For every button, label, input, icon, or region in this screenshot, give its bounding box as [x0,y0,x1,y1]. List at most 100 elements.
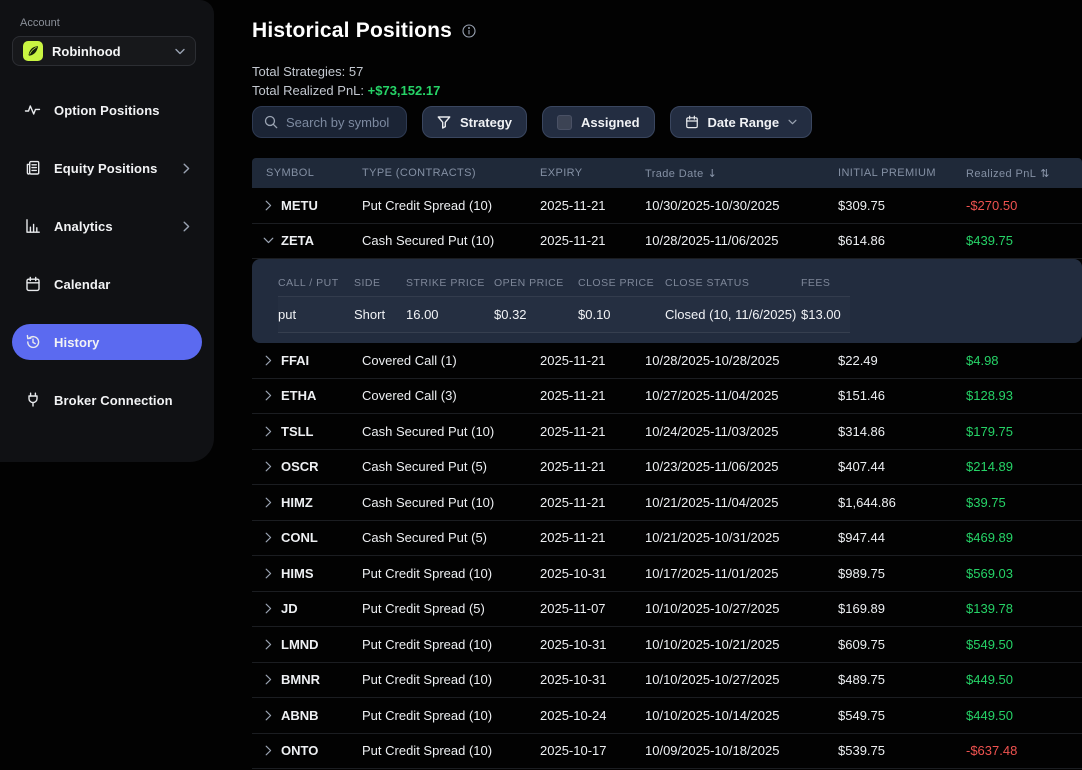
table-row[interactable]: ETHA Covered Call (3) 2025-11-21 10/27/2… [252,379,1082,415]
trade-date-cell: 10/17/2025-11/01/2025 [645,566,838,581]
sidebar-item-analytics[interactable]: Analytics [12,208,202,244]
chevron-right-icon[interactable] [265,355,272,366]
premium-cell: $614.86 [838,233,966,248]
chevron-right-icon[interactable] [265,745,272,756]
col-symbol: SYMBOL [252,167,362,179]
symbol-cell: ABNB [281,708,319,723]
table-row[interactable]: METU Put Credit Spread (10) 2025-11-21 1… [252,188,1082,224]
plug-icon [24,392,41,408]
sidebar-item-history[interactable]: History [12,324,202,360]
sidebar-item-equity-positions[interactable]: Equity Positions [12,150,202,186]
symbol-cell: FFAI [281,353,309,368]
assigned-filter-button[interactable]: Assigned [542,106,655,138]
sidebar-nav: Option Positions Equity Positions Analyt… [12,92,202,440]
sidebar-item-option-positions[interactable]: Option Positions [12,92,202,128]
expiry-cell: 2025-11-21 [540,198,645,213]
trade-date-cell: 10/10/2025-10/14/2025 [645,708,838,723]
chevron-right-icon[interactable] [265,532,272,543]
date-range-button[interactable]: Date Range [670,106,813,138]
table-row[interactable]: HIMS Put Credit Spread (10) 2025-10-31 1… [252,556,1082,592]
trade-date-cell: 10/10/2025-10/27/2025 [645,672,838,687]
table-row[interactable]: ONTO Put Credit Spread (10) 2025-10-17 1… [252,734,1082,770]
leg-strike-price: 16.00 [406,307,494,322]
realized-pnl-cell: $128.93 [966,388,1082,403]
premium-cell: $609.75 [838,637,966,652]
expiry-cell: 2025-11-21 [540,233,645,248]
filter-toolbar: Strategy Assigned Date Range [252,106,812,138]
symbol-cell: TSLL [281,424,314,439]
chevron-right-icon[interactable] [265,426,272,437]
expiry-cell: 2025-11-21 [540,424,645,439]
realized-pnl-cell: $4.98 [966,353,1082,368]
premium-cell: $407.44 [838,459,966,474]
type-cell: Put Credit Spread (10) [362,743,540,758]
chevron-right-icon[interactable] [265,390,272,401]
sort-desc-icon: ↓ [708,167,718,180]
chevron-right-icon[interactable] [265,235,272,246]
sidebar-item-label: Option Positions [54,103,190,118]
chevron-right-icon[interactable] [265,674,272,685]
total-strategies-value: 57 [349,64,363,79]
chevron-right-icon[interactable] [265,568,272,579]
strategy-filter-button[interactable]: Strategy [422,106,527,138]
assigned-checkbox[interactable] [557,115,572,130]
symbol-cell: HIMS [281,566,314,581]
table-row[interactable]: CONL Cash Secured Put (5) 2025-11-21 10/… [252,521,1082,557]
sidebar-item-label: History [54,335,190,350]
realized-pnl-cell: $139.78 [966,601,1082,616]
table-body: METU Put Credit Spread (10) 2025-11-21 1… [252,188,1082,769]
expiry-cell: 2025-11-21 [540,530,645,545]
info-icon[interactable] [462,24,476,38]
table-row[interactable]: TSLL Cash Secured Put (10) 2025-11-21 10… [252,414,1082,450]
expiry-cell: 2025-10-31 [540,672,645,687]
chevron-right-icon[interactable] [265,710,272,721]
table-row[interactable]: HIMZ Cash Secured Put (10) 2025-11-21 10… [252,485,1082,521]
type-cell: Cash Secured Put (10) [362,495,540,510]
chevron-right-icon[interactable] [265,497,272,508]
premium-cell: $947.44 [838,530,966,545]
type-cell: Covered Call (1) [362,353,540,368]
leg-detail-table: CALL / PUT SIDE STRIKE PRICE OPEN PRICE … [278,269,850,333]
realized-pnl-cell: $439.75 [966,233,1082,248]
trade-date-cell: 10/09/2025-10/18/2025 [645,743,838,758]
activity-icon [24,102,41,118]
realized-pnl-cell: $549.50 [966,637,1082,652]
type-cell: Cash Secured Put (10) [362,233,540,248]
chevron-right-icon[interactable] [265,200,272,211]
table-row[interactable]: ZETA Cash Secured Put (10) 2025-11-21 10… [252,224,1082,260]
chevron-right-icon [183,163,190,174]
realized-pnl-cell: -$270.50 [966,198,1082,213]
calendar-icon [24,276,41,292]
chevron-right-icon[interactable] [265,639,272,650]
table-row[interactable]: LMND Put Credit Spread (10) 2025-10-31 1… [252,627,1082,663]
expiry-cell: 2025-11-21 [540,459,645,474]
col-trade-date[interactable]: Trade Date↓ [645,167,838,180]
symbol-cell: BMNR [281,672,320,687]
premium-cell: $539.75 [838,743,966,758]
table-row[interactable]: JD Put Credit Spread (5) 2025-11-07 10/1… [252,592,1082,628]
sidebar-item-calendar[interactable]: Calendar [12,266,202,302]
sidebar-item-label: Equity Positions [54,161,170,176]
table-row[interactable]: FFAI Covered Call (1) 2025-11-21 10/28/2… [252,343,1082,379]
sidebar-item-broker-connection[interactable]: Broker Connection [12,382,202,418]
type-cell: Put Credit Spread (10) [362,198,540,213]
type-cell: Put Credit Spread (10) [362,637,540,652]
chevron-right-icon[interactable] [265,603,272,614]
symbol-search[interactable] [252,106,407,138]
account-selector[interactable]: Robinhood [12,36,196,66]
table-row[interactable]: BMNR Put Credit Spread (10) 2025-10-31 1… [252,663,1082,699]
realized-pnl-cell: $214.89 [966,459,1082,474]
premium-cell: $549.75 [838,708,966,723]
chevron-right-icon[interactable] [265,461,272,472]
total-pnl-value: +$73,152.17 [368,83,441,98]
expiry-cell: 2025-11-21 [540,353,645,368]
leg-call-put: put [278,307,354,322]
trade-date-cell: 10/27/2025-11/04/2025 [645,388,838,403]
type-cell: Covered Call (3) [362,388,540,403]
search-input[interactable] [286,115,395,130]
premium-cell: $22.49 [838,353,966,368]
table-row[interactable]: ABNB Put Credit Spread (10) 2025-10-24 1… [252,698,1082,734]
table-row[interactable]: OSCR Cash Secured Put (5) 2025-11-21 10/… [252,450,1082,486]
page-header: Historical Positions [252,19,476,43]
col-realized-pnl[interactable]: Realized PnL⇅ [966,167,1082,180]
